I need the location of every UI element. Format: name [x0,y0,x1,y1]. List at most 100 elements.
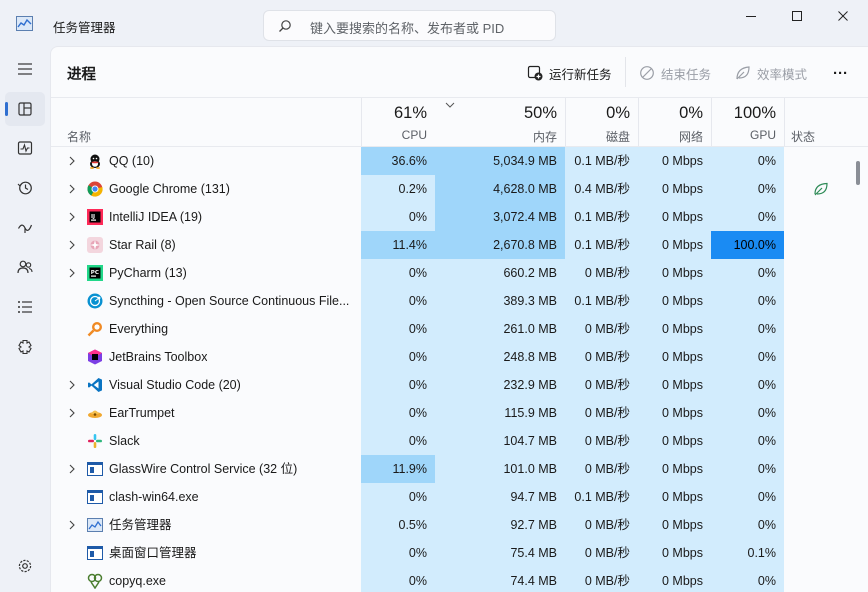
disk-label: 磁盘 [605,130,630,144]
column-header-memory[interactable]: 50% 内存 [435,98,565,146]
cell-net: 0 Mbps [638,231,711,259]
cell-net: 0 Mbps [638,511,711,539]
cell-gpu: 0% [711,427,784,455]
cell-mem: 92.7 MB [435,511,565,539]
table-row[interactable]: copyq.exe 0% 74.4 MB 0 MB/秒 0 Mbps 0% [51,567,868,592]
table-row[interactable]: Google Chrome (131) 0.2% 4,628.0 MB 0.4 MB/… [51,175,868,203]
table-row[interactable]: Everything 0% 261.0 MB 0 MB/秒 0 Mbps 0% [51,315,868,343]
table-row[interactable]: EarTrumpet 0% 115.9 MB 0 MB/秒 0 Mbps 0% [51,399,868,427]
table-row[interactable]: IJ IntelliJ IDEA (19) 0% 3,072.4 MB 0.1 MB/秒… [51,203,868,231]
chevron-right-icon[interactable] [68,156,76,166]
process-name: JetBrains Toolbox [109,350,208,364]
end-task-button[interactable]: 结束任务 [639,62,711,84]
table-row[interactable]: GlassWire Control Service (32 位) 11.9% 101… [51,455,868,483]
process-name: clash-win64.exe [109,490,199,504]
process-name: QQ (10) [109,154,155,168]
column-header-disk[interactable]: 0% 磁盘 [565,98,638,146]
table-row[interactable]: clash-win64.exe 0% 94.7 MB 0.1 MB/秒 0 Mbps 0% [51,483,868,511]
sidebar-item-users[interactable] [5,250,45,284]
close-icon [838,11,848,21]
sort-descending-icon [445,102,455,108]
sidebar-item-settings[interactable] [5,549,45,583]
run-new-task-label: 运行新任务 [549,67,612,82]
cell-net: 0 Mbps [638,259,711,287]
chevron-right-icon[interactable] [68,268,76,278]
column-header-cpu[interactable]: 61% CPU [361,98,435,146]
chevron-right-icon[interactable] [68,240,76,250]
sidebar-item-details[interactable] [5,290,45,324]
chevron-right-icon[interactable] [68,408,76,418]
cell-mem: 248.8 MB [435,343,565,371]
column-header-gpu[interactable]: 100% GPU [711,98,784,146]
cell-gpu: 0% [711,371,784,399]
sidebar-item-startup-apps[interactable] [5,210,45,244]
gpu-total: 100% [733,104,776,122]
chevron-right-icon[interactable] [68,520,76,530]
cell-cpu: 0.5% [361,511,435,539]
column-header-network[interactable]: 0% 网络 [638,98,711,146]
hamburger-menu-button[interactable] [5,52,45,86]
qq-icon [90,154,100,169]
cell-gpu: 100.0% [711,231,784,259]
chevron-right-icon[interactable] [68,464,76,474]
cell-gpu: 0% [711,203,784,231]
details-icon [18,301,32,313]
chevron-right-icon[interactable] [68,380,76,390]
scrollbar-thumb[interactable] [856,161,860,185]
gpu-label: GPU [749,128,776,142]
cell-mem: 389.3 MB [435,287,565,315]
efficiency-leaf-icon [736,66,750,80]
close-button[interactable] [820,0,866,32]
cell-net: 0 Mbps [638,287,711,315]
table-row[interactable]: Slack 0% 104.7 MB 0 MB/秒 0 Mbps 0% [51,427,868,455]
chevron-right-icon[interactable] [68,184,76,194]
maximize-button[interactable] [774,0,820,32]
table-row[interactable]: QQ (10) 36.6% 5,034.9 MB 0.1 MB/秒 0 Mbps 0% [51,147,868,175]
toolbar-divider [625,57,626,87]
svg-text:IJ: IJ [91,214,95,220]
cell-gpu: 0% [711,315,784,343]
minimize-button[interactable] [728,0,774,32]
table-row[interactable]: 任务管理器 0.5% 92.7 MB 0 MB/秒 0 Mbps 0% [51,511,868,539]
cell-cpu: 0.2% [361,175,435,203]
process-name: Slack [109,434,140,448]
cell-mem: 261.0 MB [435,315,565,343]
sidebar-item-processes[interactable] [5,92,45,126]
cell-gpu: 0% [711,147,784,175]
table-row[interactable]: JetBrains Toolbox 0% 248.8 MB 0 MB/秒 0 Mbps 0… [51,343,868,371]
cell-gpu: 0% [711,455,784,483]
cell-mem: 75.4 MB [435,539,565,567]
cell-gpu: 0% [711,511,784,539]
page-title: 进程 [67,67,96,83]
vscode-icon [88,378,102,392]
run-new-task-button[interactable]: 运行新任务 [527,62,612,84]
sidebar-item-app-history[interactable] [5,171,45,205]
minimize-icon [746,16,756,17]
search-input[interactable]: 键入要搜索的名称、发布者或 PID [263,10,556,41]
table-row[interactable]: 桌面窗口管理器 0% 75.4 MB 0 MB/秒 0 Mbps 0.1% [51,539,868,567]
cell-cpu: 0% [361,287,435,315]
sidebar-item-performance[interactable] [5,131,45,165]
cell-mem: 232.9 MB [435,371,565,399]
cell-cpu: 0% [361,399,435,427]
chevron-right-icon[interactable] [68,212,76,222]
sidebar-item-services[interactable] [5,330,45,364]
cell-cpu: 0% [361,371,435,399]
cell-net: 0 Mbps [638,567,711,592]
table-row[interactable]: Star Rail (8) 11.4% 2,670.8 MB 0.1 MB/秒 0 Mb… [51,231,868,259]
table-row[interactable]: PC PyCharm (13) 0% 660.2 MB 0 MB/秒 0 Mbps 0% [51,259,868,287]
process-name: Star Rail (8) [109,238,176,252]
column-header-name[interactable]: 名称 [67,128,91,145]
table-row[interactable]: Syncthing - Open Source Continuous File.… [51,287,868,315]
process-name: 桌面窗口管理器 [109,546,197,560]
syncthing-icon [87,293,103,309]
cell-gpu: 0% [711,175,784,203]
table-row[interactable]: Visual Studio Code (20) 0% 232.9 MB 0 MB/秒 0… [51,371,868,399]
cell-net: 0 Mbps [638,315,711,343]
efficiency-mode-button[interactable]: 效率模式 [735,62,807,84]
everything-icon [87,322,102,337]
memory-label: 内存 [532,130,557,144]
more-options-button[interactable]: ··· [833,62,848,84]
cell-disk: 0 MB/秒 [565,399,638,427]
end-task-label: 结束任务 [661,67,712,82]
